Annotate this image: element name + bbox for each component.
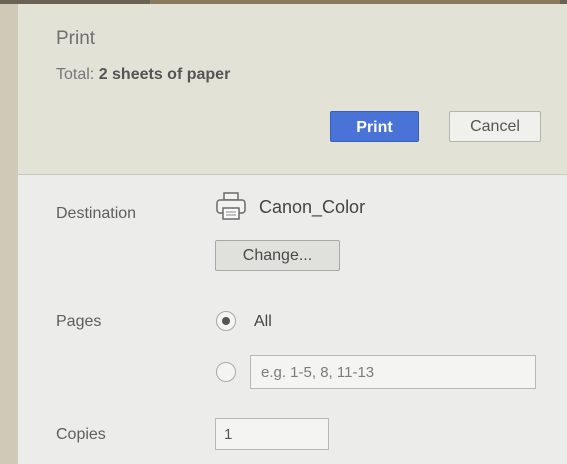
pages-custom-radio[interactable] xyxy=(216,362,236,382)
pages-range-input[interactable] xyxy=(250,355,536,389)
change-destination-button[interactable]: Change... xyxy=(215,240,340,271)
sheet-summary: Total: 2 sheets of paper xyxy=(56,66,230,84)
destination-printer-name: Canon_Color xyxy=(259,197,366,217)
sheet-count: 2 sheets of paper xyxy=(98,66,231,83)
print-header xyxy=(18,4,567,175)
window-left-edge xyxy=(0,4,18,464)
print-button[interactable]: Print xyxy=(330,111,419,142)
copies-label: Copies xyxy=(56,426,106,443)
destination-label: Destination xyxy=(56,205,137,222)
copies-input[interactable] xyxy=(215,418,329,450)
sheet-summary-prefix: Total: xyxy=(56,66,99,83)
pages-all-radio[interactable] xyxy=(216,311,236,331)
dialog-title: Print xyxy=(56,28,96,49)
pages-all-label: All xyxy=(254,313,272,330)
printer-icon xyxy=(216,192,246,220)
pages-label: Pages xyxy=(56,313,102,330)
cancel-button[interactable]: Cancel xyxy=(449,111,541,142)
